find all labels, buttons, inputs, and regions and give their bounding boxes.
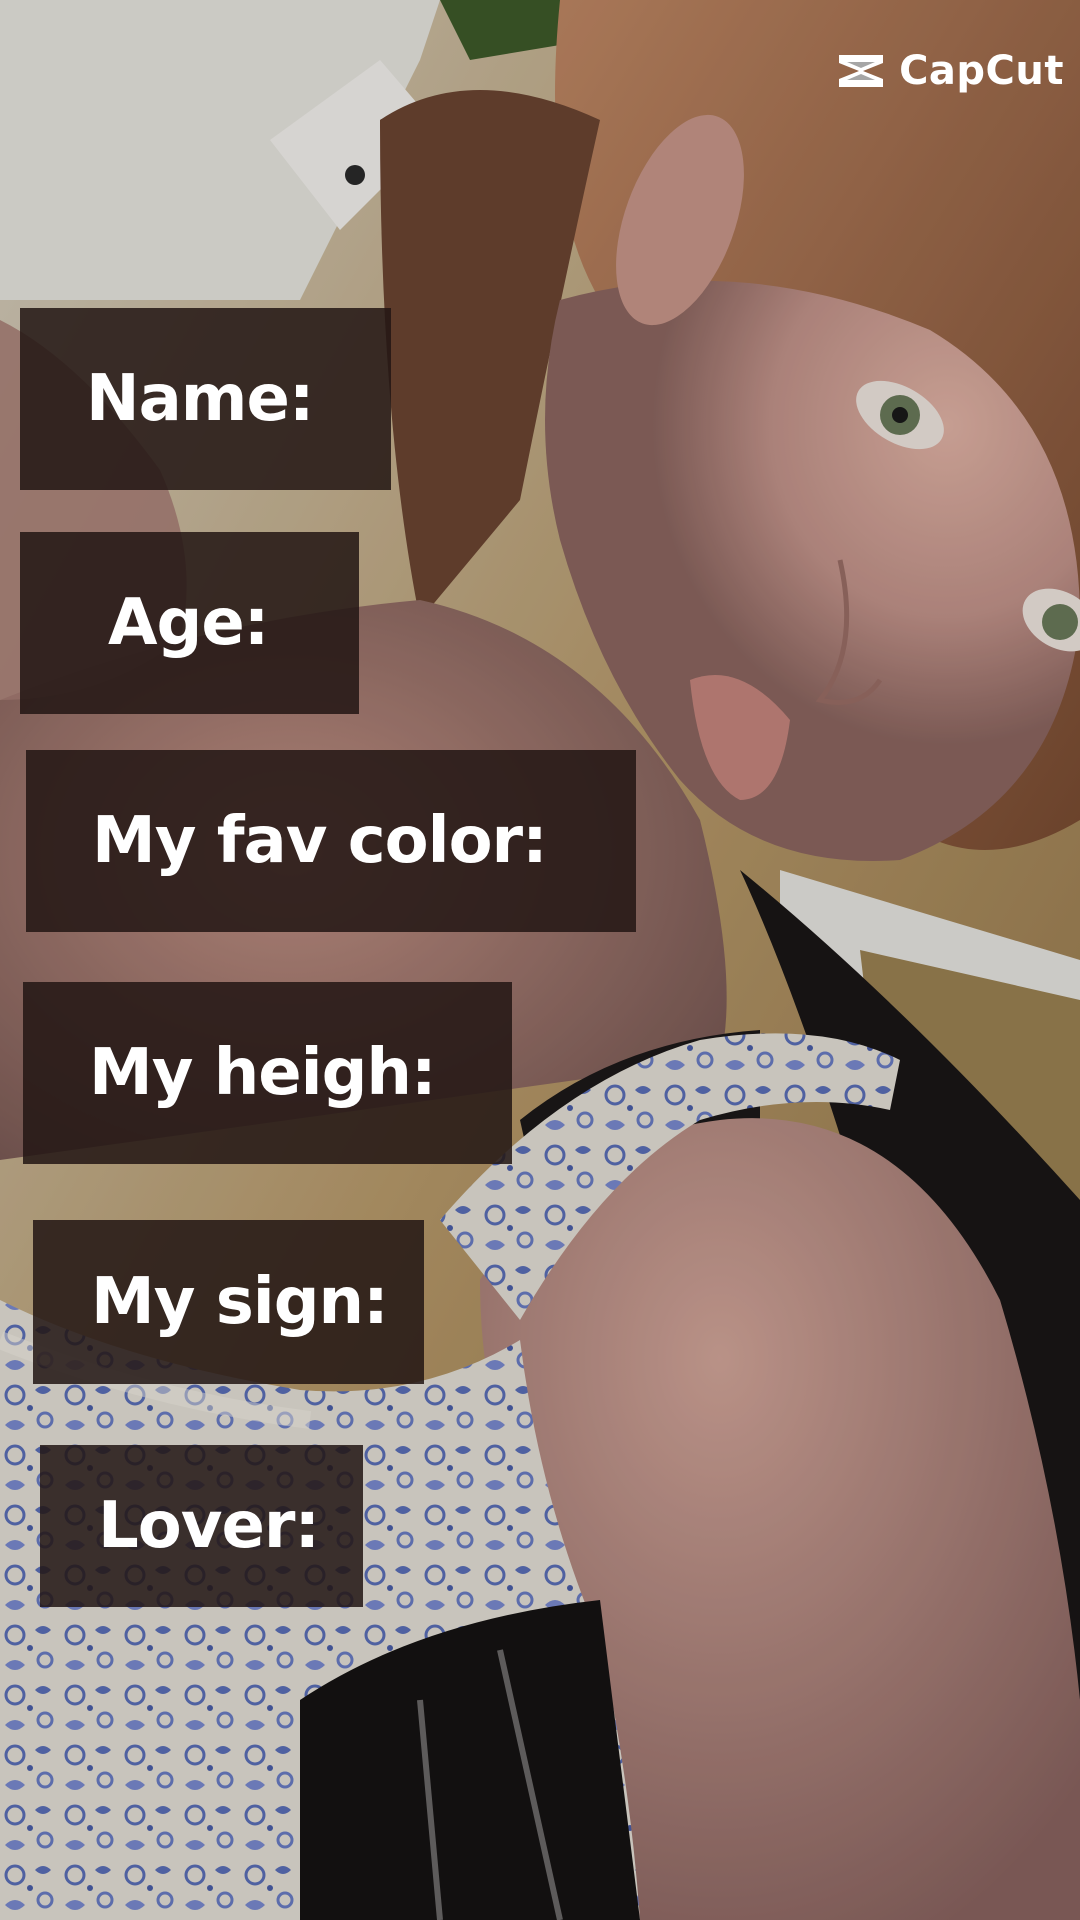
capcut-watermark-text: CapCut	[899, 48, 1064, 94]
age-label-box: Age:	[20, 532, 359, 714]
selfie-photo	[0, 0, 1080, 1920]
fav-color-label-box: My fav color:	[26, 750, 636, 932]
height-label-box: My heigh:	[23, 982, 512, 1164]
sign-label: My sign:	[91, 1265, 389, 1339]
age-label: Age:	[108, 586, 269, 660]
sign-label-box: My sign:	[33, 1220, 424, 1384]
name-label-box: Name:	[20, 308, 391, 490]
lover-label: Lover:	[98, 1489, 320, 1563]
video-frame: CapCut Name: Age: My fav color: My heigh…	[0, 0, 1080, 1920]
capcut-watermark: CapCut	[833, 48, 1064, 94]
capcut-logo-icon	[833, 49, 889, 93]
fav-color-label: My fav color:	[92, 804, 548, 878]
name-label: Name:	[86, 362, 314, 436]
lover-label-box: Lover:	[40, 1445, 363, 1607]
height-label: My heigh:	[89, 1036, 437, 1110]
